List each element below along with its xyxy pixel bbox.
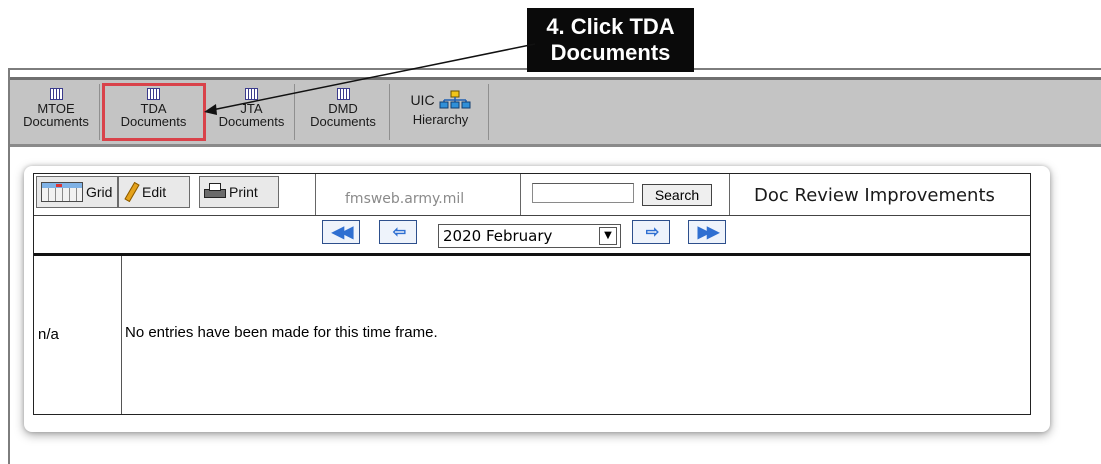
document-grid-icon <box>49 88 63 100</box>
document-review-panel: Grid Edit Print fmsweb.army.mil Search D… <box>33 173 1031 415</box>
print-button[interactable]: Print <box>199 176 279 208</box>
uic-hierarchy-button[interactable]: UIC Hierarchy <box>393 84 489 140</box>
callout-line-2: Documents <box>550 40 671 65</box>
double-right-arrow-icon[interactable]: ▶▶ <box>688 220 726 244</box>
date-navigation-row: ◀◀ ⇦ 2020 February ▼ ⇨ ▶▶ <box>34 216 1030 256</box>
edit-button[interactable]: Edit <box>118 176 190 208</box>
entry-label: n/a <box>38 326 59 343</box>
uic-hierarchy-label-1: UIC <box>410 92 435 108</box>
action-buttons-cell: Grid Edit Print <box>34 174 316 215</box>
jta-documents-label-2: Documents <box>218 114 285 129</box>
document-grid-icon <box>245 88 258 100</box>
mtoe-documents-button[interactable]: MTOE Documents <box>13 84 100 140</box>
tda-documents-button[interactable]: TDA Documents <box>102 83 206 141</box>
search-input[interactable] <box>532 183 634 203</box>
edit-button-label: Edit <box>142 184 167 200</box>
document-grid-icon <box>336 88 350 100</box>
printer-icon <box>204 183 226 201</box>
panel-title: Doc Review Improvements <box>754 185 995 206</box>
panel-header-row: Grid Edit Print fmsweb.army.mil Search D… <box>34 174 1030 216</box>
entry-label-column: n/a <box>34 256 122 414</box>
document-grid-icon <box>147 88 160 100</box>
tda-documents-label-2: Documents <box>120 114 187 129</box>
hierarchy-icon <box>439 90 471 109</box>
search-button[interactable]: Search <box>642 184 712 206</box>
jta-documents-button[interactable]: JTA Documents <box>209 84 295 140</box>
pencil-icon <box>123 182 139 202</box>
callout-line-1: 4. Click TDA <box>546 14 675 39</box>
month-select-value: 2020 February <box>443 227 553 245</box>
double-left-arrow-icon[interactable]: ◀◀ <box>322 220 360 244</box>
chevron-down-icon[interactable]: ▼ <box>599 227 617 245</box>
print-button-label: Print <box>229 184 258 200</box>
dmd-documents-label-2: Documents <box>310 114 376 129</box>
uic-hierarchy-label-2: Hierarchy <box>412 112 469 127</box>
instruction-callout: 4. Click TDA Documents <box>527 8 694 72</box>
left-arrow-icon[interactable]: ⇦ <box>379 220 417 244</box>
entries-row: n/a No entries have been made for this t… <box>34 256 1030 414</box>
right-arrow-icon[interactable]: ⇨ <box>632 220 670 244</box>
grid-button-label: Grid <box>86 184 113 200</box>
month-select[interactable]: 2020 February ▼ <box>438 224 621 248</box>
grid-icon <box>41 182 83 202</box>
grid-button[interactable]: Grid <box>36 176 118 208</box>
mtoe-documents-label-2: Documents <box>23 114 89 129</box>
empty-state-message: No entries have been made for this time … <box>125 324 438 341</box>
dmd-documents-button[interactable]: DMD Documents <box>297 84 390 140</box>
site-domain-text: fmsweb.army.mil <box>345 191 465 207</box>
document-toolbar: MTOE Documents TDA Documents JTA Documen… <box>10 77 1101 147</box>
